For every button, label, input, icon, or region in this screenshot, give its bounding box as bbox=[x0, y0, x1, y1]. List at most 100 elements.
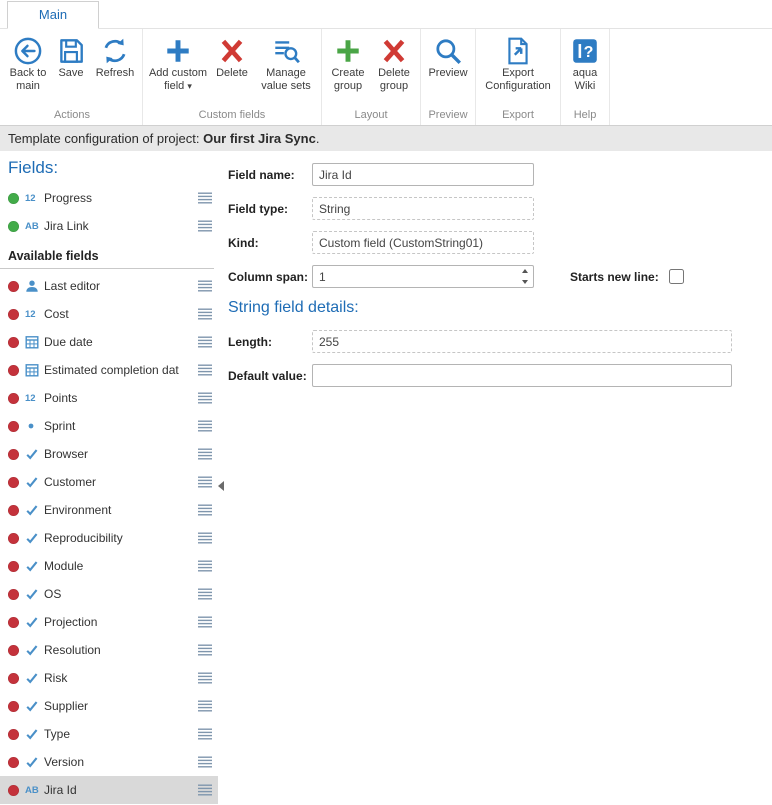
delete-group-button[interactable]: Delete group bbox=[371, 30, 417, 107]
field-item[interactable]: Resolution bbox=[0, 636, 218, 664]
field-item[interactable]: Last editor bbox=[0, 272, 218, 300]
field-item-label: Points bbox=[44, 391, 194, 405]
preview-button[interactable]: Preview bbox=[424, 30, 472, 107]
field-item[interactable]: Customer bbox=[0, 468, 218, 496]
drag-handle-icon[interactable] bbox=[198, 476, 212, 488]
drag-handle-icon[interactable] bbox=[198, 220, 212, 232]
drag-handle-icon[interactable] bbox=[198, 728, 212, 740]
field-item-label: Resolution bbox=[44, 643, 194, 657]
aqua-wiki-button[interactable]: ? aqua Wiki bbox=[564, 30, 606, 107]
ribbon-group-label: Preview bbox=[424, 107, 472, 125]
field-item[interactable]: Environment bbox=[0, 496, 218, 524]
drag-handle-icon[interactable] bbox=[198, 532, 212, 544]
manage-value-sets-button[interactable]: Manage value sets bbox=[254, 30, 318, 107]
drag-handle-icon[interactable] bbox=[198, 756, 212, 768]
drag-handle-icon[interactable] bbox=[198, 192, 212, 204]
plus-icon bbox=[333, 34, 363, 67]
starts-new-line-checkbox[interactable] bbox=[669, 269, 684, 284]
field-item[interactable]: 12 Cost bbox=[0, 300, 218, 328]
number-icon: 12 bbox=[25, 393, 44, 404]
drag-handle-icon[interactable] bbox=[198, 700, 212, 712]
field-item[interactable]: Risk bbox=[0, 664, 218, 692]
drag-handle-icon[interactable] bbox=[198, 644, 212, 656]
status-dot bbox=[8, 533, 19, 544]
plus-icon bbox=[163, 34, 193, 67]
field-item-label: Environment bbox=[44, 503, 194, 517]
drag-handle-icon[interactable] bbox=[198, 336, 212, 348]
delete-x-icon bbox=[379, 34, 409, 67]
string-field-details-title: String field details: bbox=[228, 299, 758, 317]
header-prefix: Template configuration of project: bbox=[8, 131, 203, 146]
field-name-label: Field name: bbox=[228, 168, 312, 182]
field-item[interactable]: AB Jira Id bbox=[0, 776, 218, 804]
add-custom-field-button[interactable]: Add custom field ▾ bbox=[146, 30, 210, 107]
default-value-input[interactable] bbox=[312, 364, 732, 387]
field-item-label: Type bbox=[44, 727, 194, 741]
drag-handle-icon[interactable] bbox=[198, 364, 212, 376]
kind-input[interactable] bbox=[312, 231, 534, 254]
drag-handle-icon[interactable] bbox=[198, 280, 212, 292]
field-item[interactable]: Due date bbox=[0, 328, 218, 356]
status-dot bbox=[8, 673, 19, 684]
status-dot bbox=[8, 337, 19, 348]
field-item-label: Last editor bbox=[44, 279, 194, 293]
drag-handle-icon[interactable] bbox=[198, 392, 212, 404]
status-dot bbox=[8, 449, 19, 460]
create-group-button[interactable]: Create group bbox=[325, 30, 371, 107]
check-icon bbox=[25, 727, 44, 741]
export-document-icon bbox=[503, 34, 533, 67]
drag-handle-icon[interactable] bbox=[198, 420, 212, 432]
check-icon bbox=[25, 755, 44, 769]
save-button[interactable]: Save bbox=[51, 30, 91, 107]
delete-button[interactable]: Delete bbox=[210, 30, 254, 107]
spin-down-button[interactable] bbox=[522, 280, 528, 284]
column-span-input[interactable] bbox=[312, 265, 534, 288]
drag-handle-icon[interactable] bbox=[198, 504, 212, 516]
ribbon-group-label: Export bbox=[479, 107, 557, 125]
field-item[interactable]: Version bbox=[0, 748, 218, 776]
field-item-label: Estimated completion dat bbox=[44, 363, 194, 377]
field-item-label: Jira Link bbox=[44, 219, 194, 233]
refresh-button[interactable]: Refresh bbox=[91, 30, 139, 107]
field-item[interactable]: Projection bbox=[0, 608, 218, 636]
field-item[interactable]: Sprint bbox=[0, 412, 218, 440]
field-item[interactable]: 12 Progress bbox=[0, 184, 218, 212]
drag-handle-icon[interactable] bbox=[198, 308, 212, 320]
field-item[interactable]: Module bbox=[0, 552, 218, 580]
sidebar-collapse-handle[interactable] bbox=[218, 481, 224, 491]
status-dot bbox=[8, 281, 19, 292]
field-item[interactable]: AB Jira Link bbox=[0, 212, 218, 240]
ribbon-group-label: Help bbox=[564, 107, 606, 125]
drag-handle-icon[interactable] bbox=[198, 448, 212, 460]
field-item[interactable]: 12 Points bbox=[0, 384, 218, 412]
drag-handle-icon[interactable] bbox=[198, 784, 212, 796]
status-dot bbox=[8, 561, 19, 572]
field-item[interactable]: Supplier bbox=[0, 692, 218, 720]
tab-main[interactable]: Main bbox=[7, 1, 99, 29]
column-span-spinner bbox=[312, 265, 534, 288]
field-item[interactable]: Type bbox=[0, 720, 218, 748]
spin-up-button[interactable] bbox=[522, 269, 528, 273]
export-configuration-button[interactable]: Export Configuration bbox=[479, 30, 557, 107]
back-to-main-button[interactable]: Back to main bbox=[5, 30, 51, 107]
available-fields-header: Available fields bbox=[0, 240, 214, 269]
field-item-label: Projection bbox=[44, 615, 194, 629]
field-item[interactable]: OS bbox=[0, 580, 218, 608]
field-item[interactable]: Estimated completion dat bbox=[0, 356, 218, 384]
field-item-label: Version bbox=[44, 755, 194, 769]
drag-handle-icon[interactable] bbox=[198, 588, 212, 600]
status-dot bbox=[8, 589, 19, 600]
drag-handle-icon[interactable] bbox=[198, 616, 212, 628]
field-item[interactable]: Reproducibility bbox=[0, 524, 218, 552]
assigned-fields-list: 12 Progress AB Jira Link bbox=[0, 184, 218, 240]
drag-handle-icon[interactable] bbox=[198, 672, 212, 684]
dot-icon bbox=[25, 419, 44, 433]
length-input[interactable] bbox=[312, 330, 732, 353]
drag-handle-icon[interactable] bbox=[198, 560, 212, 572]
default-value-label: Default value: bbox=[228, 369, 312, 383]
field-item-label: Sprint bbox=[44, 419, 194, 433]
field-name-input[interactable] bbox=[312, 163, 534, 186]
field-item[interactable]: Browser bbox=[0, 440, 218, 468]
field-item-label: Cost bbox=[44, 307, 194, 321]
field-type-input[interactable] bbox=[312, 197, 534, 220]
